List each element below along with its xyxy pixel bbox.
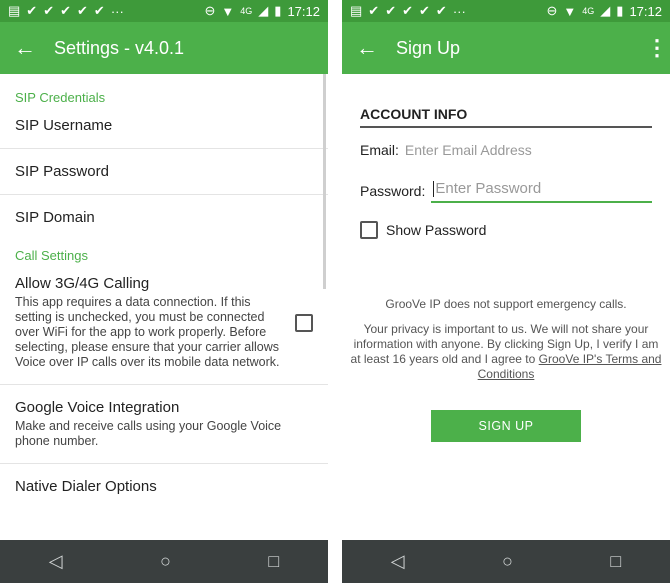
- signup-form: ACCOUNT INFO Email: Enter Email Address …: [342, 74, 670, 240]
- recents-nav-icon[interactable]: □: [610, 551, 621, 572]
- password-row: Password: Enter Password: [360, 178, 652, 204]
- setting-google-voice[interactable]: Google Voice Integration Make and receiv…: [0, 385, 328, 464]
- show-password-label: Show Password: [386, 222, 487, 239]
- check-icon: ✔: [60, 3, 72, 18]
- show-password-row[interactable]: Show Password: [360, 221, 652, 240]
- check-icon: ✔: [368, 3, 380, 18]
- setting-label: Allow 3G/4G Calling: [15, 275, 150, 292]
- setting-sip-username[interactable]: SIP Username: [0, 111, 328, 149]
- clock: 17:12: [287, 3, 320, 19]
- check-icon: ✔: [43, 3, 55, 18]
- email-label: Email:: [360, 142, 399, 158]
- setting-label: SIP Domain: [15, 209, 95, 226]
- check-icon: ✔: [402, 3, 414, 18]
- notification-icon: ▤: [8, 3, 21, 18]
- setting-description: This app requires a data connection. If …: [15, 295, 280, 369]
- setting-label: Native Dialer Options: [15, 478, 157, 495]
- wifi-icon: ▼: [221, 3, 235, 19]
- more-icon: ···: [452, 3, 466, 19]
- password-label: Password:: [360, 182, 426, 199]
- check-icon: ✔: [26, 3, 38, 18]
- recents-nav-icon[interactable]: □: [268, 551, 279, 572]
- clock: 17:12: [629, 3, 662, 19]
- nav-bar: ◁ ○ □: [342, 540, 670, 583]
- scrollbar[interactable]: [323, 74, 326, 289]
- status-bar: ▤ ✔ ✔ ✔ ✔ ✔ ··· ⊖ ▼ 4G ◢ ▮ 17:12: [0, 0, 328, 22]
- privacy-notice: Your privacy is important to us. We will…: [342, 322, 670, 382]
- overflow-menu-icon[interactable]: ⋮: [646, 35, 668, 61]
- setting-allow-3g4g-calling[interactable]: Allow 3G/4G Calling This app requires a …: [0, 269, 328, 385]
- setting-label: SIP Username: [15, 117, 113, 134]
- battery-icon: ▮: [274, 3, 282, 18]
- back-nav-icon[interactable]: ◁: [49, 551, 63, 572]
- setting-label: Google Voice Integration: [15, 399, 180, 416]
- more-icon: ···: [110, 3, 124, 19]
- section-heading-call-settings: Call Settings: [15, 248, 88, 263]
- allow-calling-checkbox[interactable]: [295, 313, 313, 332]
- email-field[interactable]: Enter Email Address: [405, 142, 532, 158]
- setting-label: SIP Password: [15, 163, 109, 180]
- password-field[interactable]: Enter Password: [431, 178, 652, 204]
- app-bar: ← Sign Up ⋮: [342, 22, 670, 74]
- back-arrow-icon[interactable]: ←: [356, 35, 396, 61]
- setting-description: Make and receive calls using your Google…: [15, 419, 282, 448]
- show-password-checkbox[interactable]: [360, 221, 378, 240]
- app-bar: ← Settings - v4.0.1: [0, 22, 328, 74]
- network-type: 4G: [582, 6, 595, 16]
- battery-icon: ▮: [616, 3, 624, 18]
- back-arrow-icon[interactable]: ←: [14, 35, 54, 61]
- page-title: Settings - v4.0.1: [54, 37, 185, 58]
- dnd-icon: ⊖: [204, 3, 216, 18]
- check-icon: ✔: [385, 3, 397, 18]
- signup-screen: ▤ ✔ ✔ ✔ ✔ ✔ ··· ⊖ ▼ 4G ◢ ▮ 17:12 ← Sign …: [342, 0, 670, 583]
- signal-icon: ◢: [258, 3, 269, 18]
- emergency-notice: GrooVe IP does not support emergency cal…: [385, 297, 627, 312]
- back-nav-icon[interactable]: ◁: [391, 551, 405, 572]
- setting-sip-password[interactable]: SIP Password: [0, 149, 328, 195]
- setting-native-dialer[interactable]: Native Dialer Options: [0, 464, 328, 509]
- section-heading-account-info: ACCOUNT INFO: [360, 106, 652, 128]
- section-heading-sip-credentials: SIP Credentials: [15, 90, 106, 105]
- nav-bar: ◁ ○ □: [0, 540, 328, 583]
- check-icon: ✔: [419, 3, 430, 18]
- page-title: Sign Up: [396, 37, 461, 58]
- home-nav-icon[interactable]: ○: [160, 551, 171, 572]
- setting-sip-domain[interactable]: SIP Domain: [0, 195, 328, 240]
- sign-up-button[interactable]: SIGN UP: [431, 410, 581, 443]
- settings-screen: ▤ ✔ ✔ ✔ ✔ ✔ ··· ⊖ ▼ 4G ◢ ▮ 17:12 ← Setti…: [0, 0, 328, 583]
- email-row: Email: Enter Email Address: [360, 142, 652, 158]
- check-icon: ✔: [77, 3, 88, 18]
- dnd-icon: ⊖: [546, 3, 558, 18]
- password-placeholder: Enter Password: [435, 180, 542, 197]
- wifi-icon: ▼: [563, 3, 577, 19]
- check-icon: ✔: [435, 3, 447, 18]
- notification-icon: ▤: [350, 3, 363, 18]
- status-bar: ▤ ✔ ✔ ✔ ✔ ✔ ··· ⊖ ▼ 4G ◢ ▮ 17:12: [342, 0, 670, 22]
- check-icon: ✔: [93, 3, 105, 18]
- home-nav-icon[interactable]: ○: [502, 551, 513, 572]
- signal-icon: ◢: [600, 3, 611, 18]
- network-type: 4G: [240, 6, 253, 16]
